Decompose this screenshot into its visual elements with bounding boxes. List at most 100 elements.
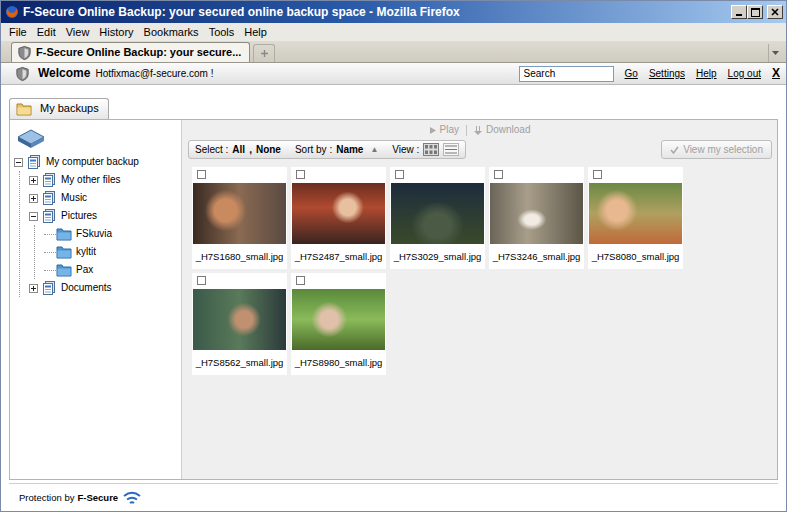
photo[interactable] <box>292 289 385 350</box>
minimize-icon[interactable] <box>731 5 747 19</box>
backup-panel: My computer backup My other files Music Pic… <box>9 119 778 480</box>
window-controls <box>731 5 783 19</box>
footer: Protection byF-Secure <box>9 483 778 511</box>
tree-label[interactable]: Pax <box>76 264 93 276</box>
tree-list: My computer backup My other files Music Pic… <box>14 153 177 297</box>
menu-item[interactable]: Tools <box>204 23 240 41</box>
select-all[interactable]: All <box>232 144 245 156</box>
file-name[interactable]: _H7S8562_small.jpg <box>193 350 286 372</box>
view-grid-button[interactable] <box>423 143 439 156</box>
shield-icon <box>17 45 32 61</box>
tree-expander[interactable] <box>29 194 41 203</box>
file-name[interactable]: _H7S8080_small.jpg <box>589 244 682 266</box>
page-tab[interactable]: My backups <box>9 98 109 119</box>
thumbnail-card[interactable]: _H7S8080_small.jpg <box>588 167 683 269</box>
play-icon <box>430 127 436 134</box>
action-bar: PlayDownload <box>188 123 772 137</box>
thumbnail-card[interactable]: _H7S2487_small.jpg <box>291 167 386 269</box>
select-label: Select : <box>195 144 228 156</box>
tab-list-icon[interactable] <box>768 44 782 62</box>
file-checkbox[interactable] <box>593 170 602 179</box>
new-tab-icon[interactable] <box>253 44 275 62</box>
file-name[interactable]: _H7S3246_small.jpg <box>490 244 583 266</box>
sort-indicator[interactable]: ▲ <box>370 145 378 155</box>
footer-brand: F-Secure <box>77 492 118 503</box>
file-checkbox[interactable] <box>494 170 503 179</box>
view-group: View : <box>392 143 459 156</box>
footer-text: Protection by <box>19 492 74 503</box>
tab-label[interactable]: F-Secure Online Backup: your secure... <box>36 46 241 59</box>
select-separator: , <box>249 144 252 156</box>
file-checkbox[interactable] <box>197 170 206 179</box>
thumbnail-card[interactable]: _H7S8562_small.jpg <box>192 273 287 375</box>
thumbnail-card[interactable]: _H7S8980_small.jpg <box>291 273 386 375</box>
go-button[interactable]: Go <box>625 68 638 80</box>
menu-bar: FileEditViewHistoryBookmarksToolsHelp <box>1 23 786 41</box>
file-name[interactable]: _H7S1680_small.jpg <box>193 244 286 266</box>
tree-label[interactable]: Documents <box>61 282 112 294</box>
tree-label[interactable]: Pictures <box>61 210 97 222</box>
thumbnail-card[interactable]: _H7S3029_small.jpg <box>390 167 485 269</box>
file-checkbox[interactable] <box>395 170 404 179</box>
photo[interactable] <box>589 183 682 244</box>
tree-expander[interactable] <box>29 212 41 221</box>
photo[interactable] <box>193 183 286 244</box>
backup-set-icon <box>41 172 57 188</box>
tree-expander[interactable] <box>29 176 41 185</box>
header-link[interactable]: Log out <box>728 68 761 80</box>
tree-label[interactable]: Music <box>61 192 87 204</box>
page-tab-label[interactable]: My backups <box>40 102 99 115</box>
view-selection-label: View my selection <box>683 144 763 156</box>
grid-view-icon <box>425 145 437 154</box>
tree-label[interactable]: My other files <box>61 174 120 186</box>
view-list-button[interactable] <box>443 143 459 156</box>
file-area: PlayDownloadSelect :All,NoneSort by :Nam… <box>182 120 777 479</box>
thumbnail-card[interactable]: _H7S1680_small.jpg <box>192 167 287 269</box>
tree-label[interactable]: FSkuvia <box>76 228 112 240</box>
thumbnail-card[interactable]: _H7S3246_small.jpg <box>489 167 584 269</box>
tree-label[interactable]: My computer backup <box>46 156 139 168</box>
tree-label[interactable]: kyltit <box>76 246 96 258</box>
photo[interactable] <box>193 289 286 350</box>
tree-item[interactable]: Music <box>29 189 177 207</box>
tree-item[interactable]: Documents <box>29 279 177 297</box>
menu-item[interactable]: Edit <box>32 23 61 41</box>
tree-item[interactable]: kyltit <box>44 243 177 261</box>
logout-close-button[interactable]: X <box>772 66 780 80</box>
header-link[interactable]: Settings <box>649 68 685 80</box>
menu-item[interactable]: View <box>61 23 95 41</box>
file-name[interactable]: _H7S8980_small.jpg <box>292 350 385 372</box>
backup-set-icon <box>41 190 57 206</box>
search-field[interactable] <box>519 66 614 82</box>
browser-tab[interactable]: F-Secure Online Backup: your secure... <box>11 42 250 62</box>
file-checkbox[interactable] <box>197 276 206 285</box>
tree-expander[interactable] <box>14 158 26 167</box>
photo[interactable] <box>292 183 385 244</box>
tree-connector <box>44 234 56 235</box>
tree-expander[interactable] <box>29 284 41 293</box>
select-none[interactable]: None <box>256 144 281 156</box>
menu-item[interactable]: File <box>4 23 32 41</box>
close-icon[interactable] <box>767 5 783 19</box>
maximize-icon[interactable] <box>747 5 763 19</box>
sort-value[interactable]: Name <box>336 144 363 156</box>
file-name[interactable]: _H7S3029_small.jpg <box>391 244 484 266</box>
file-name[interactable]: _H7S2487_small.jpg <box>292 244 385 266</box>
tree-item[interactable]: FSkuvia <box>44 225 177 243</box>
photo[interactable] <box>490 183 583 244</box>
photo[interactable] <box>391 183 484 244</box>
tree-children: FSkuvia kyltit Pax <box>34 225 177 279</box>
file-checkbox[interactable] <box>296 170 305 179</box>
menu-item[interactable]: Bookmarks <box>139 23 204 41</box>
file-checkbox[interactable] <box>296 276 305 285</box>
title-bar: F-Secure Online Backup: your secured onl… <box>1 1 786 23</box>
menu-item[interactable]: History <box>94 23 138 41</box>
header-link[interactable]: Help <box>696 68 717 80</box>
tree-item[interactable]: Pax <box>44 261 177 279</box>
view-label: View : <box>392 144 419 156</box>
tree-item[interactable]: My computer backup <box>14 153 177 171</box>
tree-item[interactable]: Pictures <box>29 207 177 225</box>
tree-item[interactable]: My other files <box>29 171 177 189</box>
folder-icon <box>16 102 32 116</box>
menu-item[interactable]: Help <box>239 23 272 41</box>
